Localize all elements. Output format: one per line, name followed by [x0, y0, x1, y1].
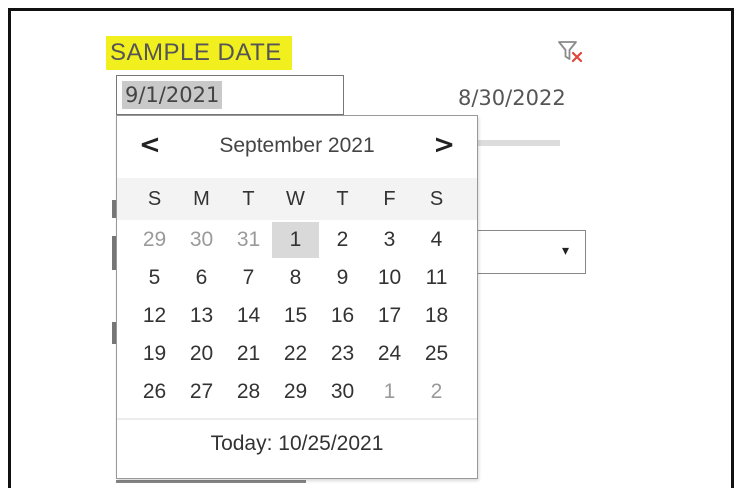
weekday-label: T	[242, 188, 255, 210]
calendar-day[interactable]: 16	[319, 298, 366, 334]
calendar-day[interactable]: 3	[366, 222, 413, 258]
weekday-label: F	[383, 188, 396, 210]
weekday-label: M	[193, 188, 210, 210]
calendar-day[interactable]: 25	[413, 336, 460, 372]
calendar-day[interactable]: 14	[225, 298, 272, 334]
calendar-day-outside-month[interactable]: 1	[366, 374, 413, 410]
calendar-week-row: 26 27 28 29 30 1 2	[131, 374, 465, 412]
calendar-day[interactable]: 4	[413, 222, 460, 258]
calendar-day[interactable]: 29	[272, 374, 319, 410]
calendar-day[interactable]: 24	[366, 336, 413, 372]
next-month-button[interactable]: >	[433, 130, 455, 160]
calendar-week-row: 5 6 7 8 9 10 11	[131, 260, 465, 298]
calendar-day[interactable]: 5	[131, 260, 178, 296]
calendar-day[interactable]: 17	[366, 298, 413, 334]
calendar-day[interactable]: 8	[272, 260, 319, 296]
calendar-day[interactable]: 26	[131, 374, 178, 410]
calendar-day[interactable]: 27	[178, 374, 225, 410]
calendar-header: < September 2021 >	[117, 116, 477, 176]
calendar-day[interactable]: 19	[131, 336, 178, 372]
calendar-day[interactable]: 22	[272, 336, 319, 372]
calendar-day[interactable]: 28	[225, 374, 272, 410]
calendar-day[interactable]: 13	[178, 298, 225, 334]
calendar-day-outside-month[interactable]: 29	[131, 222, 178, 258]
today-date: 10/25/2021	[278, 432, 384, 455]
calendar-day-outside-month[interactable]: 30	[178, 222, 225, 258]
calendar-day[interactable]: 2	[319, 222, 366, 258]
weekday-label: S	[147, 188, 162, 210]
calendar-day[interactable]: 10	[366, 260, 413, 296]
calendar-week-row: 12 13 14 15 16 17 18	[131, 298, 465, 336]
start-date-value: 9/1/2021	[122, 81, 223, 109]
weekday-label: W	[286, 188, 305, 210]
calendar-day-outside-month[interactable]: 2	[413, 374, 460, 410]
calendar-day-outside-month[interactable]: 31	[225, 222, 272, 258]
calendar-day[interactable]: 21	[225, 336, 272, 372]
clear-filter-icon[interactable]	[556, 38, 586, 66]
date-range-slider-track[interactable]	[474, 140, 560, 146]
today-button[interactable]: Today: 10/25/2021	[117, 432, 477, 456]
calendar-day-grid: 29 30 31 1 2 3 4 5 6 7 8 9 10 11 12 13 1…	[131, 222, 465, 412]
calendar-week-row: 19 20 21 22 23 24 25	[131, 336, 465, 374]
calendar-day-selected[interactable]: 1	[272, 222, 319, 258]
calendar-divider	[117, 418, 477, 420]
calendar-day[interactable]: 30	[319, 374, 366, 410]
start-date-input[interactable]: 9/1/2021	[116, 75, 344, 115]
field-title: SAMPLE DATE	[106, 36, 292, 70]
calendar-day[interactable]: 15	[272, 298, 319, 334]
calendar-month-label: September 2021	[219, 134, 375, 157]
calendar-day[interactable]: 7	[225, 260, 272, 296]
weekday-label: T	[336, 188, 349, 210]
weekday-header-row: S M T W T F S	[117, 178, 477, 220]
calendar-day[interactable]: 11	[413, 260, 460, 296]
end-date-value[interactable]: 8/30/2022	[458, 86, 566, 110]
calendar-day[interactable]: 23	[319, 336, 366, 372]
calendar-week-row: 29 30 31 1 2 3 4	[131, 222, 465, 260]
date-picker-calendar: < September 2021 > S M T W T F S 29 30 3…	[116, 115, 478, 479]
calendar-day[interactable]: 9	[319, 260, 366, 296]
calendar-day[interactable]: 20	[178, 336, 225, 372]
background-dropdown[interactable]: ▾	[474, 230, 586, 274]
calendar-day[interactable]: 12	[131, 298, 178, 334]
today-label: Today:	[210, 432, 273, 455]
weekday-label: S	[429, 188, 444, 210]
calendar-day[interactable]: 18	[413, 298, 460, 334]
chevron-down-icon: ▾	[561, 243, 569, 259]
calendar-day[interactable]: 6	[178, 260, 225, 296]
